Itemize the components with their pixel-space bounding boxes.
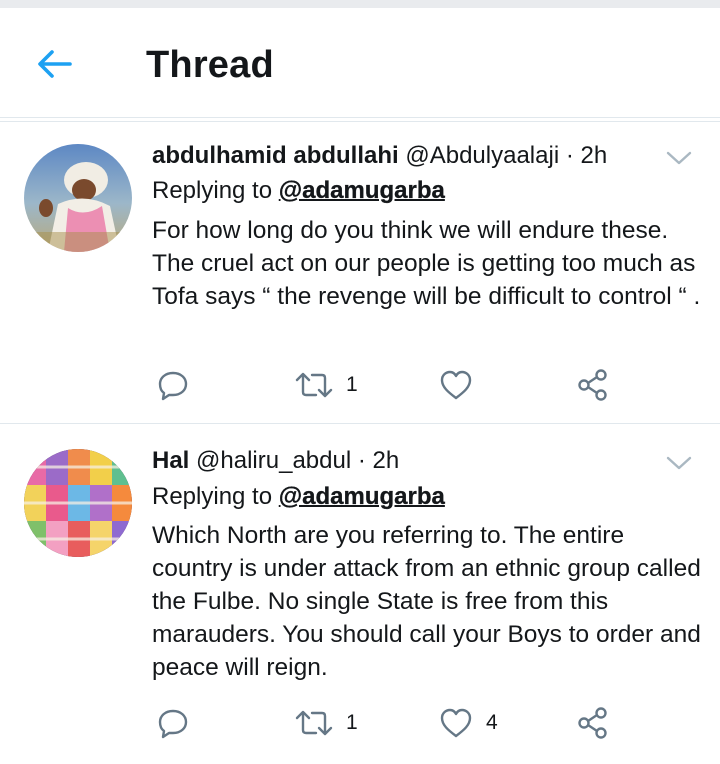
- share-icon: [578, 369, 607, 401]
- tweet-actions: 1: [152, 365, 632, 405]
- arrow-left-icon: [38, 50, 72, 78]
- like-button[interactable]: [438, 365, 486, 405]
- tweet[interactable]: abdulhamid abdullahi @Abdulyaalaji · 2h …: [0, 122, 720, 424]
- retweet-count: 1: [346, 711, 358, 734]
- tweet-text: Which North are you referring to. The en…: [152, 522, 701, 681]
- reply-icon: [158, 371, 188, 401]
- thread-header: Thread: [0, 8, 720, 118]
- share-icon: [578, 707, 607, 739]
- separator-dot: ·: [357, 447, 366, 474]
- like-button[interactable]: 4: [438, 703, 498, 743]
- tweet-menu-button[interactable]: [664, 453, 694, 473]
- retweet-count: 1: [346, 373, 358, 396]
- user-handle[interactable]: @Abdulyaalaji: [405, 142, 559, 169]
- retweet-icon: [295, 372, 333, 398]
- user-handle[interactable]: @haliru_abdul: [196, 447, 351, 474]
- reply-icon: [158, 709, 188, 739]
- separator-dot: ·: [565, 142, 574, 169]
- tweet-meta: Hal @haliru_abdul · 2h: [152, 447, 399, 475]
- user-name[interactable]: abdulhamid abdullahi: [152, 142, 399, 169]
- tweet-menu-button[interactable]: [664, 148, 694, 168]
- share-button[interactable]: [576, 365, 610, 405]
- status-bar-strip: [0, 0, 720, 8]
- chevron-down-icon: [666, 456, 692, 470]
- page-title: Thread: [146, 44, 274, 86]
- replying-prefix: Replying to: [152, 483, 273, 510]
- like-count: 4: [486, 711, 498, 734]
- avatar[interactable]: [24, 449, 132, 557]
- avatar[interactable]: [24, 144, 132, 252]
- heart-icon: [440, 708, 472, 738]
- back-button[interactable]: [34, 46, 76, 82]
- user-name[interactable]: Hal: [152, 447, 189, 474]
- retweet-button[interactable]: 1: [294, 703, 358, 743]
- chevron-down-icon: [666, 151, 692, 165]
- replying-to: Replying to @adamugarba: [152, 177, 445, 205]
- tweet[interactable]: Hal @haliru_abdul · 2h Replying to @adam…: [0, 425, 720, 764]
- reply-button[interactable]: [156, 365, 190, 405]
- retweet-button[interactable]: 1: [294, 365, 358, 405]
- share-button[interactable]: [576, 703, 610, 743]
- tweet-meta: abdulhamid abdullahi @Abdulyaalaji · 2h: [152, 142, 607, 170]
- replying-to: Replying to @adamugarba: [152, 483, 445, 511]
- mention-link[interactable]: @adamugarba: [279, 483, 445, 510]
- reply-button[interactable]: [156, 703, 190, 743]
- retweet-icon: [295, 710, 333, 736]
- timestamp[interactable]: 2h: [581, 142, 608, 169]
- timestamp[interactable]: 2h: [373, 447, 400, 474]
- tweet-actions: 1 4: [152, 703, 632, 743]
- replying-prefix: Replying to: [152, 177, 273, 204]
- tweet-text: For how long do you think we will endure…: [152, 217, 701, 310]
- mention-link[interactable]: @adamugarba: [279, 177, 445, 204]
- heart-icon: [440, 370, 472, 400]
